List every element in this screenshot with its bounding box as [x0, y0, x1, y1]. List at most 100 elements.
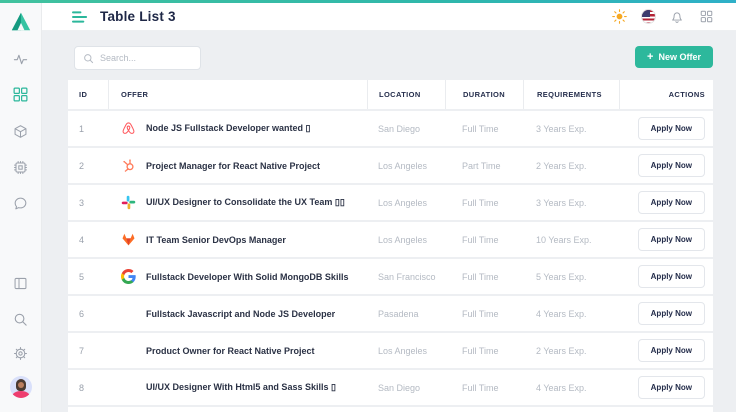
offer-cell: Fullstack Javascript and Node JS Develop…	[108, 296, 367, 331]
table-row-partial	[68, 407, 713, 412]
package-cube-icon[interactable]	[13, 123, 29, 139]
actions-cell: Apply Now	[619, 333, 713, 368]
sun-icon[interactable]	[611, 9, 627, 25]
offer-cell: Product Owner for React Native Project	[108, 333, 367, 368]
actions-cell: Apply Now	[619, 370, 713, 405]
row-location: Los Angeles	[367, 222, 445, 257]
row-duration: Full Time	[445, 111, 523, 146]
row-location: Pasadena	[367, 296, 445, 331]
search-box	[74, 46, 201, 70]
row-requirements: 5 Years Exp.	[523, 259, 619, 294]
offer-title[interactable]: Product Owner for React Native Project	[146, 346, 315, 356]
row-duration: Full Time	[445, 185, 523, 220]
offer-cell: Node JS Fullstack Developer wanted ▯	[108, 111, 367, 146]
actions-cell: Apply Now	[619, 148, 713, 183]
row-location: San Diego	[367, 370, 445, 405]
apply-now-button[interactable]: Apply Now	[638, 191, 705, 214]
actions-cell: Apply Now	[619, 222, 713, 257]
apply-now-button[interactable]: Apply Now	[638, 376, 705, 399]
row-location: Los Angeles	[367, 148, 445, 183]
row-location: Los Angeles	[367, 333, 445, 368]
avatar-shirt	[12, 391, 30, 398]
gitlab-icon	[120, 232, 136, 248]
user-avatar[interactable]	[10, 376, 32, 398]
table-row: 4 IT Team Senior DevOps Manager Los Ange…	[68, 222, 713, 257]
table-row: 3 UI/UX Designer to Consolidate the UX T…	[68, 185, 713, 220]
page-title: Table List 3	[100, 9, 176, 24]
company-icon	[120, 306, 136, 322]
search-icon[interactable]	[13, 311, 29, 327]
company-icon	[120, 343, 136, 359]
row-duration: Full Time	[445, 296, 523, 331]
row-requirements: 2 Years Exp.	[523, 148, 619, 183]
plus-icon: +	[647, 52, 653, 63]
apply-now-button[interactable]: Apply Now	[638, 154, 705, 177]
row-location: San Diego	[367, 111, 445, 146]
apps-grid-icon[interactable]	[698, 9, 714, 25]
top-accent-strip	[0, 0, 736, 3]
offer-title[interactable]: UI/UX Designer With Html5 and Sass Skill…	[146, 382, 336, 393]
bell-icon[interactable]	[669, 9, 685, 25]
row-id: 3	[68, 185, 108, 220]
row-requirements: 2 Years Exp.	[523, 333, 619, 368]
row-id: 2	[68, 148, 108, 183]
airbnb-icon	[120, 121, 136, 137]
row-id: 8	[68, 370, 108, 405]
table-body: 1 Node JS Fullstack Developer wanted ▯ S…	[68, 111, 713, 405]
apply-now-button[interactable]: Apply Now	[638, 265, 705, 288]
table-row: 7 Product Owner for React Native Project…	[68, 333, 713, 368]
row-location: Los Angeles	[367, 185, 445, 220]
panel-layout-icon[interactable]	[13, 275, 29, 291]
row-id: 5	[68, 259, 108, 294]
new-offer-button[interactable]: + New Offer	[635, 46, 713, 68]
offer-title[interactable]: Project Manager for React Native Project	[146, 161, 320, 171]
row-duration: Full Time	[445, 259, 523, 294]
offer-cell: IT Team Senior DevOps Manager	[108, 222, 367, 257]
row-id: 6	[68, 296, 108, 331]
table-row: 5 Fullstack Developer With Solid MongoDB…	[68, 259, 713, 294]
table-row: 8 UI/UX Designer With Html5 and Sass Ski…	[68, 370, 713, 405]
row-duration: Full Time	[445, 333, 523, 368]
actions-cell: Apply Now	[619, 296, 713, 331]
offer-title[interactable]: UI/UX Designer to Consolidate the UX Tea…	[146, 197, 345, 208]
apply-now-button[interactable]: Apply Now	[638, 302, 705, 325]
row-location: San Francisco	[367, 259, 445, 294]
company-icon	[120, 380, 136, 396]
column-header-location: LOCATION	[367, 80, 445, 109]
column-header-id: ID	[68, 80, 108, 109]
gear-icon[interactable]	[13, 345, 29, 361]
new-offer-label: New Offer	[658, 52, 701, 62]
apply-now-button[interactable]: Apply Now	[638, 117, 705, 140]
column-header-actions: ACTIONS	[619, 80, 713, 109]
offer-title[interactable]: Node JS Fullstack Developer wanted ▯	[146, 123, 311, 134]
offer-title[interactable]: Fullstack Javascript and Node JS Develop…	[146, 309, 335, 319]
row-duration: Full Time	[445, 222, 523, 257]
search-input[interactable]	[100, 53, 192, 63]
avatar-face	[18, 382, 24, 388]
apply-now-button[interactable]: Apply Now	[638, 339, 705, 362]
dashboard-grid-icon[interactable]	[13, 86, 29, 102]
offer-cell: UI/UX Designer to Consolidate the UX Tea…	[108, 185, 367, 220]
chat-bubble-icon[interactable]	[13, 195, 29, 211]
apply-now-button[interactable]: Apply Now	[638, 228, 705, 251]
offer-title[interactable]: IT Team Senior DevOps Manager	[146, 235, 286, 245]
offers-table: ID OFFER LOCATION DURATION REQUIREMENTS …	[68, 80, 713, 412]
row-requirements: 3 Years Exp.	[523, 111, 619, 146]
column-header-actions-label: ACTIONS	[669, 90, 705, 99]
app-logo[interactable]	[10, 11, 32, 37]
top-header: Table List 3	[42, 3, 736, 31]
slack-icon	[120, 195, 136, 211]
table-header-row: ID OFFER LOCATION DURATION REQUIREMENTS …	[68, 80, 713, 109]
table-row: 6 Fullstack Javascript and Node JS Devel…	[68, 296, 713, 331]
column-header-duration: DURATION	[445, 80, 523, 109]
cpu-chip-icon[interactable]	[13, 159, 29, 175]
row-requirements: 10 Years Exp.	[523, 222, 619, 257]
menu-icon[interactable]	[72, 10, 89, 24]
offer-title[interactable]: Fullstack Developer With Solid MongoDB S…	[146, 272, 348, 282]
row-requirements: 4 Years Exp.	[523, 296, 619, 331]
table-row: 1 Node JS Fullstack Developer wanted ▯ S…	[68, 111, 713, 146]
activity-icon[interactable]	[13, 51, 29, 67]
search-input-icon	[83, 53, 94, 64]
header-actions	[611, 9, 714, 25]
us-flag-icon[interactable]	[640, 9, 656, 25]
